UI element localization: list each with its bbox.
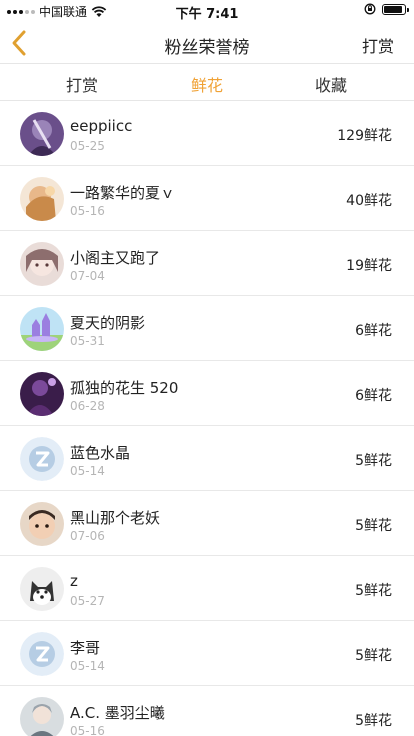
avatar — [20, 632, 64, 676]
flower-count: 5鲜花 — [355, 713, 392, 729]
fan-name: eeppiicc — [70, 117, 133, 135]
page-title: 粉丝荣誉榜 — [164, 38, 250, 58]
fan-name: 小阁主又跑了 — [70, 249, 161, 267]
tab-flowers[interactable]: 鲜花 — [191, 72, 223, 96]
flower-count: 40鲜花 — [346, 193, 392, 209]
status-bar: 中国联通 下午 7:41 — [0, 0, 414, 22]
list-item[interactable]: 蓝色水晶 05-14 5鲜花 — [0, 426, 414, 491]
fan-name: z — [70, 572, 78, 590]
fan-name: 黑山那个老妖 — [70, 509, 161, 527]
flower-count: 5鲜花 — [355, 583, 392, 599]
fan-date: 05-16 — [70, 204, 105, 218]
avatar — [20, 112, 64, 156]
fan-date: 07-06 — [70, 529, 105, 543]
avatar — [20, 502, 64, 546]
flower-count: 6鲜花 — [355, 388, 392, 404]
list-item[interactable]: 一路繁华的夏ｖ 05-16 40鲜花 — [0, 166, 414, 231]
status-time: 下午 7:41 — [175, 7, 239, 22]
status-right — [364, 3, 409, 15]
fan-name: 蓝色水晶 — [70, 444, 131, 462]
list-item[interactable]: eeppiicc 05-25 129鲜花 — [0, 101, 414, 166]
avatar — [20, 567, 64, 611]
orientation-lock-icon — [364, 3, 376, 15]
fan-date: 05-27 — [70, 594, 105, 608]
fan-name: 夏天的阴影 — [70, 314, 146, 332]
fan-date: 05-14 — [70, 464, 105, 478]
fan-list: eeppiicc 05-25 129鲜花 一路繁华的夏ｖ 05-16 40鲜花 … — [0, 101, 414, 736]
avatar — [20, 242, 64, 286]
list-item[interactable]: 小阁主又跑了 07-04 19鲜花 — [0, 231, 414, 296]
fan-date: 05-31 — [70, 334, 105, 348]
fan-date: 05-14 — [70, 659, 105, 673]
battery-icon — [382, 3, 409, 15]
tab-favorites[interactable]: 收藏 — [315, 72, 347, 96]
flower-count: 19鲜花 — [346, 258, 392, 274]
avatar — [20, 372, 64, 416]
flower-count: 129鲜花 — [337, 128, 392, 144]
list-item[interactable]: 孤独的花生 520 06-28 6鲜花 — [0, 361, 414, 426]
flower-count: 5鲜花 — [355, 453, 392, 469]
tab-reward[interactable]: 打赏 — [66, 72, 98, 96]
list-item[interactable]: 李哥 05-14 5鲜花 — [0, 621, 414, 686]
flower-count: 6鲜花 — [355, 323, 392, 339]
flower-count: 5鲜花 — [355, 518, 392, 534]
fan-name: 孤独的花生 520 — [70, 379, 179, 397]
avatar — [20, 177, 64, 221]
list-item[interactable]: z 05-27 5鲜花 — [0, 556, 414, 621]
fan-date: 05-25 — [70, 139, 105, 153]
fan-name: A.C. 墨羽尘曦 — [70, 704, 165, 722]
fan-name: 一路繁华的夏ｖ — [70, 184, 176, 202]
list-item[interactable]: 黑山那个老妖 07-06 5鲜花 — [0, 491, 414, 556]
tab-bar: 打赏 鲜花 收藏 — [0, 65, 414, 101]
list-item[interactable]: 夏天的阴影 05-31 6鲜花 — [0, 296, 414, 361]
avatar — [20, 697, 64, 736]
reward-button[interactable]: 打赏 — [362, 33, 394, 57]
fan-date: 05-16 — [70, 724, 105, 736]
nav-bar: 粉丝荣誉榜 打赏 — [0, 22, 414, 64]
fan-name: 李哥 — [70, 639, 101, 657]
flower-count: 5鲜花 — [355, 648, 392, 664]
fan-date: 07-04 — [70, 269, 105, 283]
avatar — [20, 437, 64, 481]
avatar — [20, 307, 64, 351]
list-item[interactable]: A.C. 墨羽尘曦 05-16 5鲜花 — [0, 686, 414, 736]
fan-date: 06-28 — [70, 399, 105, 413]
